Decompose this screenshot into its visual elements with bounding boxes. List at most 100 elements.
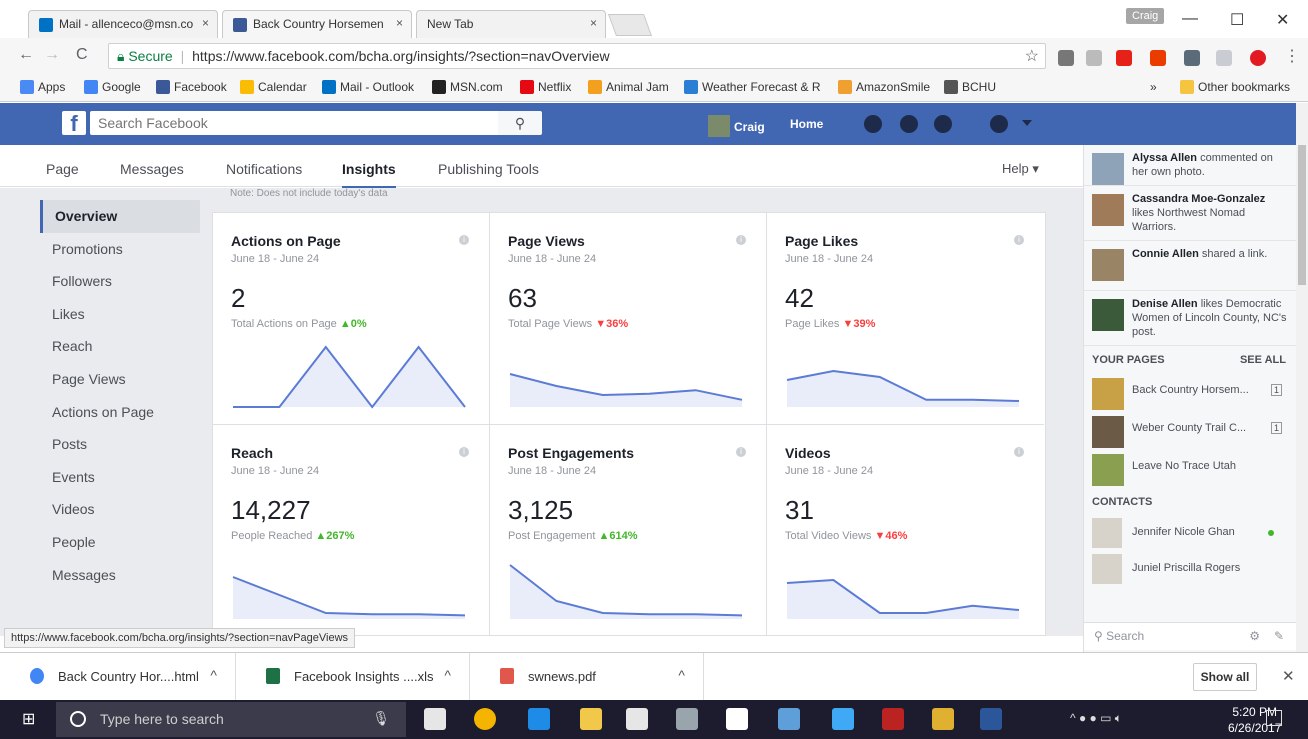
bookmark-netflix[interactable]: Netflix xyxy=(520,80,571,94)
bookmark-calendar[interactable]: Calendar xyxy=(240,80,307,94)
kodi-icon[interactable] xyxy=(832,708,854,730)
chat-search-input[interactable]: ⚲ Search ⚙ ✎ xyxy=(1083,622,1296,650)
file-explorer-icon[interactable] xyxy=(580,708,602,730)
tab-notifications[interactable]: Notifications xyxy=(226,161,302,177)
ticker-item[interactable]: Denise Allen likes Democratic Women of L… xyxy=(1084,291,1296,346)
profile-badge[interactable]: Craig xyxy=(1126,8,1165,24)
user-app-icon[interactable] xyxy=(932,708,954,730)
your-page-item[interactable]: Back Country Horsem... 1 xyxy=(1084,374,1296,412)
sidebar-item-page-views[interactable]: Page Views xyxy=(40,363,200,396)
close-tab-icon[interactable]: × xyxy=(202,16,209,30)
insight-card-videos[interactable]: Videos June 18 - June 24 i 31 Total Video Vi… xyxy=(767,425,1044,636)
chrome-app-icon[interactable] xyxy=(474,708,496,730)
word-app-icon[interactable] xyxy=(980,708,1002,730)
compose-icon[interactable]: ✎ xyxy=(1274,629,1284,643)
bookmark-amazonsmile[interactable]: AmazonSmile xyxy=(838,80,930,94)
chevron-up-icon[interactable]: ^ xyxy=(678,667,685,683)
tab-new[interactable]: New Tab × xyxy=(416,10,606,38)
extension-icon[interactable] xyxy=(1216,50,1232,66)
help-icon[interactable] xyxy=(990,115,1008,133)
friend-requests-icon[interactable] xyxy=(864,115,882,133)
office-icon[interactable] xyxy=(1150,50,1166,66)
facebook-search-input[interactable] xyxy=(90,111,498,135)
scrollbar-thumb[interactable] xyxy=(1298,145,1306,285)
edge-app-icon[interactable] xyxy=(528,708,550,730)
info-icon[interactable]: i xyxy=(459,447,469,457)
new-tab-button[interactable] xyxy=(607,14,653,36)
sidebar-item-posts[interactable]: Posts xyxy=(40,428,200,461)
close-downloads-icon[interactable]: ✕ xyxy=(1282,667,1295,685)
forward-button[interactable]: → xyxy=(44,46,60,64)
taskbar-search-box[interactable]: Type here to search 🎙︎ xyxy=(56,702,406,737)
microphone-icon[interactable]: 🎙︎ xyxy=(372,710,390,727)
tab-publishing-tools[interactable]: Publishing Tools xyxy=(438,161,539,177)
profile-link[interactable]: Craig xyxy=(708,115,765,137)
sidebar-item-messages[interactable]: Messages xyxy=(40,559,200,592)
search-icon[interactable]: ⚲ xyxy=(498,111,542,135)
info-icon[interactable]: i xyxy=(1014,235,1024,245)
download-item[interactable]: swnews.pdf ^ xyxy=(470,653,704,701)
sidebar-item-reach[interactable]: Reach xyxy=(40,330,200,363)
action-center-icon[interactable] xyxy=(1266,710,1282,726)
ticker-item[interactable]: Cassandra Moe-Gonzalez likes Northwest N… xyxy=(1084,186,1296,241)
facebook-logo-icon[interactable]: f xyxy=(62,111,86,136)
extension-icon[interactable] xyxy=(1116,50,1132,66)
sidebar-item-people[interactable]: People xyxy=(40,526,200,559)
ticker-item[interactable]: Connie Allen shared a link. xyxy=(1084,241,1296,291)
bookmark-msn[interactable]: MSN.com xyxy=(432,80,503,94)
info-icon[interactable]: i xyxy=(736,447,746,457)
see-all-link[interactable]: SEE ALL xyxy=(1240,354,1286,366)
bookmarks-overflow-button[interactable]: » xyxy=(1150,80,1157,94)
extension-icon[interactable] xyxy=(1184,50,1200,66)
tab-facebook[interactable]: Back Country Horsemen × xyxy=(222,10,412,38)
other-bookmarks[interactable]: Other bookmarks xyxy=(1180,80,1290,94)
extension-icon[interactable] xyxy=(1250,50,1266,66)
download-item[interactable]: Back Country Hor....html ^ xyxy=(0,653,236,701)
chevron-up-icon[interactable]: ^ xyxy=(210,667,217,683)
sidebar-item-events[interactable]: Events xyxy=(40,461,200,494)
bookmark-google[interactable]: Google xyxy=(84,80,141,94)
info-icon[interactable]: i xyxy=(1014,447,1024,457)
mail-app-icon[interactable] xyxy=(424,708,446,730)
bookmark-apps[interactable]: Apps xyxy=(20,80,65,94)
store-bag-icon[interactable] xyxy=(726,708,748,730)
help-dropdown[interactable]: Help ▾ xyxy=(1002,161,1039,177)
sidebar-item-likes[interactable]: Likes xyxy=(40,298,200,331)
reload-button[interactable]: C xyxy=(76,46,88,64)
sidebar-item-promotions[interactable]: Promotions xyxy=(40,233,200,266)
windows-start-icon[interactable]: ⊞ xyxy=(22,712,38,728)
close-tab-icon[interactable]: × xyxy=(396,16,403,30)
app-icon[interactable] xyxy=(778,708,800,730)
chevron-up-icon[interactable]: ^ xyxy=(444,667,451,683)
your-page-item[interactable]: Weber County Trail C... 1 xyxy=(1084,412,1296,450)
show-all-downloads-button[interactable]: Show all xyxy=(1193,663,1257,691)
bookmark-outlook[interactable]: Mail - Outlook xyxy=(322,80,414,94)
gear-icon[interactable]: ⚙ xyxy=(1249,629,1260,643)
calculator-icon[interactable] xyxy=(676,708,698,730)
tab-messages[interactable]: Messages xyxy=(120,161,184,177)
insight-card-page-likes[interactable]: Page Likes June 18 - June 24 i 42 Page Likes… xyxy=(767,213,1044,425)
contact-item[interactable]: Jennifer Nicole Ghan xyxy=(1084,516,1296,552)
download-item[interactable]: Facebook Insights ....xls ^ xyxy=(236,653,470,701)
menu-icon[interactable]: ⋮ xyxy=(1284,46,1300,66)
home-link[interactable]: Home xyxy=(790,117,823,131)
tab-insights[interactable]: Insights xyxy=(342,161,396,189)
notifications-globe-icon[interactable] xyxy=(934,115,952,133)
tab-mail[interactable]: Mail - allenceco@msn.co × xyxy=(28,10,218,38)
minimize-button[interactable]: — xyxy=(1182,10,1198,28)
contact-item[interactable]: Juniel Priscilla Rogers xyxy=(1084,552,1296,588)
bookmark-bchu[interactable]: BCHU xyxy=(944,80,996,94)
extension-icon[interactable] xyxy=(1086,50,1102,66)
bookmark-facebook[interactable]: Facebook xyxy=(156,80,227,94)
extension-icon[interactable] xyxy=(1058,50,1074,66)
insight-card-page-views[interactable]: Page Views June 18 - June 24 i 63 Total Page… xyxy=(490,213,767,425)
bookmark-animal-jam[interactable]: Animal Jam xyxy=(588,80,669,94)
maximize-button[interactable]: ☐ xyxy=(1230,10,1244,30)
info-icon[interactable]: i xyxy=(459,235,469,245)
back-button[interactable]: ← xyxy=(18,46,34,64)
insight-card-post-engagements[interactable]: Post Engagements June 18 - June 24 i 3,125 P… xyxy=(490,425,767,636)
bookmark-weather[interactable]: Weather Forecast & R xyxy=(684,80,821,94)
tab-page[interactable]: Page xyxy=(46,161,79,177)
insight-card-actions-on-page[interactable]: Actions on Page June 18 - June 24 i 2 Total … xyxy=(213,213,490,425)
system-tray-icons[interactable]: ^ ● ● ▭ 🔈︎ xyxy=(1070,711,1122,726)
